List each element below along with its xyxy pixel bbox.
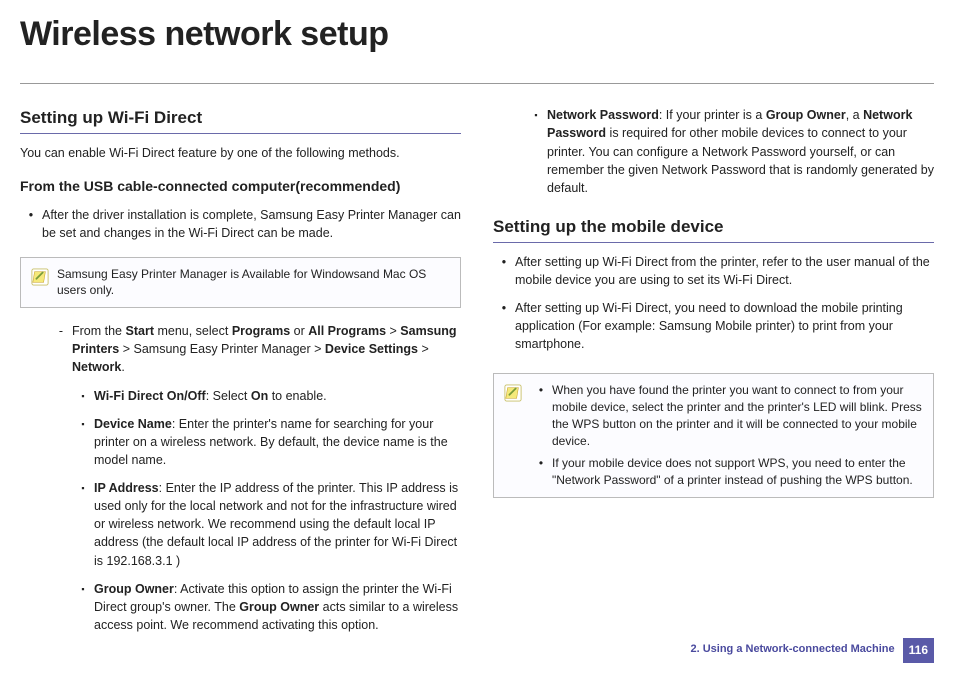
note-icon — [504, 384, 522, 402]
bullet-download-app: After setting up Wi-Fi Direct, you need … — [493, 299, 934, 353]
bullet-icon — [493, 299, 515, 353]
page-footer: 2. Using a Network-connected Machine 116 — [690, 638, 934, 663]
sub-text: Device Name: Enter the printer's name fo… — [94, 415, 461, 469]
note-bullet-led: When you have found the printer you want… — [530, 382, 923, 449]
bullet-after-setup-manual: After setting up Wi-Fi Direct from the p… — [493, 253, 934, 289]
nav-path-row: From the Start menu, select Programs or … — [20, 322, 461, 376]
bullet-icon — [72, 479, 94, 570]
bullet-text: After setting up Wi-Fi Direct from the p… — [515, 253, 934, 289]
title-rule — [20, 83, 934, 84]
content-columns: Setting up Wi-Fi Direct You can enable W… — [20, 106, 934, 644]
note-content: When you have found the printer you want… — [530, 382, 923, 489]
page-number: 116 — [903, 638, 934, 663]
bullet-icon — [72, 387, 94, 405]
sub-text: IP Address: Enter the IP address of the … — [94, 479, 461, 570]
sub-wifi-onoff: Wi-Fi Direct On/Off: Select On to enable… — [20, 387, 461, 405]
bullet-text: After the driver installation is complet… — [42, 206, 461, 242]
bullet-icon — [72, 580, 94, 634]
note-box-os: Samsung Easy Printer Manager is Availabl… — [20, 257, 461, 309]
bullet-icon — [50, 322, 72, 376]
sub-device-name: Device Name: Enter the printer's name fo… — [20, 415, 461, 469]
sub-text: Group Owner: Activate this option to ass… — [94, 580, 461, 634]
page-title: Wireless network setup — [20, 10, 934, 65]
bullet-icon — [530, 382, 552, 449]
sub-network-password: Network Password: If your printer is a G… — [493, 106, 934, 197]
note-box-mobile: When you have found the printer you want… — [493, 373, 934, 498]
bullet-text: After setting up Wi-Fi Direct, you need … — [515, 299, 934, 353]
note-icon — [31, 268, 49, 286]
note-text: Samsung Easy Printer Manager is Availabl… — [57, 266, 450, 300]
heading-wifi-direct: Setting up Wi-Fi Direct — [20, 106, 461, 134]
sub-text: Network Password: If your printer is a G… — [547, 106, 934, 197]
intro-text: You can enable Wi-Fi Direct feature by o… — [20, 144, 461, 162]
chapter-label: 2. Using a Network-connected Machine — [690, 642, 894, 658]
nav-path-text: From the Start menu, select Programs or … — [72, 322, 461, 376]
sub-group-owner: Group Owner: Activate this option to ass… — [20, 580, 461, 634]
bullet-driver-install: After the driver installation is complet… — [20, 206, 461, 242]
heading-mobile-device: Setting up the mobile device — [493, 215, 934, 243]
note-text: If your mobile device does not support W… — [552, 455, 923, 489]
right-column: Network Password: If your printer is a G… — [493, 106, 934, 644]
sub-ip-address: IP Address: Enter the IP address of the … — [20, 479, 461, 570]
sub-text: Wi-Fi Direct On/Off: Select On to enable… — [94, 387, 327, 405]
note-text: When you have found the printer you want… — [552, 382, 923, 449]
bullet-icon — [493, 253, 515, 289]
bullet-icon — [525, 106, 547, 197]
left-column: Setting up Wi-Fi Direct You can enable W… — [20, 106, 461, 644]
bullet-icon — [20, 206, 42, 242]
bullet-icon — [530, 455, 552, 489]
note-bullet-wps: If your mobile device does not support W… — [530, 455, 923, 489]
heading-usb-recommended: From the USB cable-connected computer(re… — [20, 176, 461, 196]
bullet-icon — [72, 415, 94, 469]
